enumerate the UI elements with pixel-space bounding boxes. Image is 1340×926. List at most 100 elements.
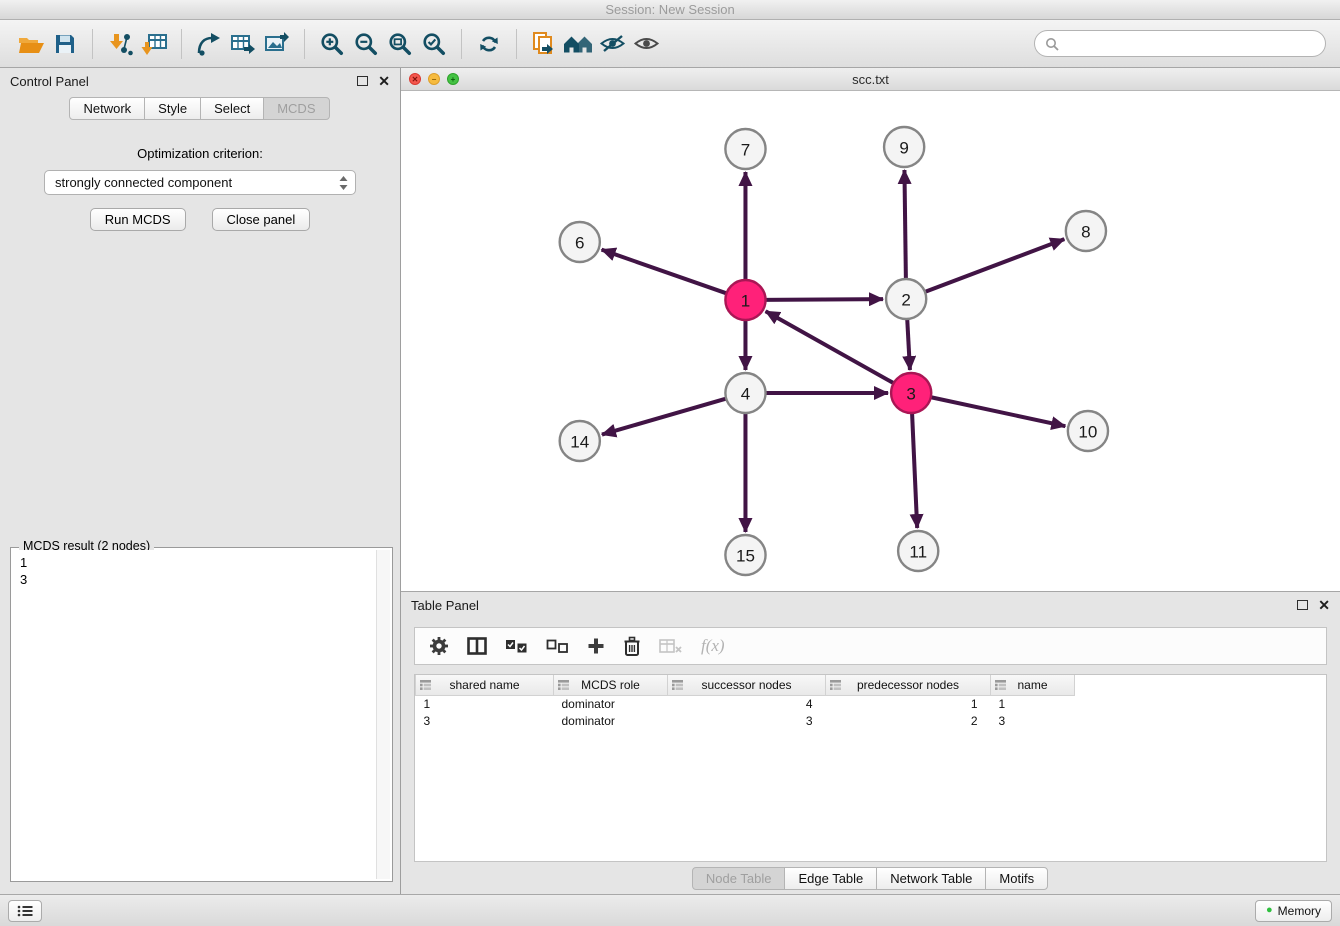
cell-mcds-role[interactable]: dominator: [554, 712, 668, 729]
graph-node-10[interactable]: 10: [1068, 411, 1108, 451]
network-graph[interactable]: 7 9 6 8 1 2 4 3 14 10 15 11: [401, 91, 1340, 591]
column-header-filler: [1075, 675, 1327, 695]
zoom-out-button[interactable]: [349, 27, 383, 61]
deselect-all-icon: [546, 639, 569, 654]
table-settings-button[interactable]: [429, 636, 449, 656]
zoom-fit-button[interactable]: [383, 27, 417, 61]
graph-edge-1-6[interactable]: [602, 250, 728, 294]
clone-network-button[interactable]: [527, 27, 561, 61]
close-window-icon[interactable]: ✕: [409, 73, 421, 85]
tab-motifs[interactable]: Motifs: [985, 867, 1048, 890]
result-scrollbar[interactable]: [376, 550, 390, 879]
tab-network[interactable]: Network: [69, 97, 145, 120]
tab-style[interactable]: Style: [144, 97, 201, 120]
graph-node-14[interactable]: 14: [560, 421, 600, 461]
graph-edge-4-14[interactable]: [602, 398, 727, 434]
zoom-selected-button[interactable]: [417, 27, 451, 61]
import-table-button[interactable]: [137, 27, 171, 61]
graph-edge-2-9[interactable]: [904, 170, 905, 280]
table-panel-header: Table Panel ✕: [401, 592, 1340, 618]
column-header-shared-name[interactable]: shared name: [416, 675, 554, 695]
result-item[interactable]: 3: [20, 571, 368, 588]
mcds-result-box: MCDS result (2 nodes) 1 3: [10, 547, 393, 882]
save-session-button[interactable]: [48, 27, 82, 61]
delete-column-button[interactable]: [623, 636, 641, 657]
new-table-button[interactable]: [226, 27, 260, 61]
graph-edge-1-2[interactable]: [765, 299, 884, 300]
graph-node-7[interactable]: 7: [725, 129, 765, 169]
fx-icon: f(x): [701, 636, 725, 656]
tab-network-table[interactable]: Network Table: [876, 867, 986, 890]
select-all-columns-button[interactable]: [505, 639, 528, 654]
graph-edge-3-10[interactable]: [930, 397, 1066, 426]
column-header-successor-nodes[interactable]: successor nodes: [668, 675, 826, 695]
close-panel-icon[interactable]: ✕: [1318, 598, 1330, 612]
show-panels-button[interactable]: [8, 900, 42, 922]
cell-successor-nodes[interactable]: 4: [668, 695, 826, 712]
import-network-button[interactable]: [103, 27, 137, 61]
network-canvas[interactable]: 7 9 6 8 1 2 4 3 14 10 15 11: [401, 91, 1340, 591]
tab-edge-table[interactable]: Edge Table: [784, 867, 877, 890]
run-mcds-button[interactable]: Run MCDS: [90, 208, 186, 231]
graph-node-9[interactable]: 9: [884, 127, 924, 167]
create-column-button[interactable]: [587, 637, 605, 655]
graph-node-15[interactable]: 15: [725, 535, 765, 575]
hide-graphics-button[interactable]: [595, 27, 629, 61]
minimize-window-icon[interactable]: −: [428, 73, 440, 85]
column-header-mcds-role[interactable]: MCDS role: [554, 675, 668, 695]
column-header-name[interactable]: name: [991, 675, 1075, 695]
close-panel-button[interactable]: Close panel: [212, 208, 311, 231]
home-networks-button[interactable]: [561, 27, 595, 61]
export-image-button[interactable]: [260, 27, 294, 61]
zoom-in-button[interactable]: [315, 27, 349, 61]
maximize-window-icon[interactable]: +: [447, 73, 459, 85]
cell-mcds-role[interactable]: dominator: [554, 695, 668, 712]
float-panel-icon[interactable]: [357, 76, 368, 86]
float-panel-icon[interactable]: [1297, 600, 1308, 610]
cell-shared-name[interactable]: 1: [416, 695, 554, 712]
tab-mcds[interactable]: MCDS: [263, 97, 329, 120]
dropdown-stepper-icon: [339, 176, 348, 190]
table-row[interactable]: 3 dominator 3 2 3: [416, 712, 1327, 729]
refresh-view-button[interactable]: [472, 27, 506, 61]
close-panel-icon[interactable]: ✕: [378, 74, 390, 88]
cell-predecessor-nodes[interactable]: 1: [826, 695, 991, 712]
cell-shared-name[interactable]: 3: [416, 712, 554, 729]
graph-edge-2-8[interactable]: [924, 239, 1064, 292]
graph-node-label: 7: [741, 141, 750, 160]
result-item[interactable]: 1: [20, 554, 368, 571]
table-row[interactable]: 1 dominator 4 1 1: [416, 695, 1327, 712]
delete-table-button-disabled[interactable]: [659, 638, 683, 654]
memory-button[interactable]: ● Memory: [1255, 900, 1332, 922]
show-graphics-button[interactable]: [629, 27, 663, 61]
tab-select[interactable]: Select: [200, 97, 264, 120]
cell-successor-nodes[interactable]: 3: [668, 712, 826, 729]
optimization-criterion-select[interactable]: strongly connected component: [44, 170, 356, 195]
graph-node-4[interactable]: 4: [725, 373, 765, 413]
search-input[interactable]: [1065, 36, 1315, 51]
graph-node-2[interactable]: 2: [886, 279, 926, 319]
global-search[interactable]: [1034, 30, 1326, 57]
new-network-button[interactable]: [192, 27, 226, 61]
graph-edge-2-3[interactable]: [907, 318, 910, 370]
graph-node-11[interactable]: 11: [898, 531, 938, 571]
cell-name[interactable]: 1: [991, 695, 1075, 712]
save-disk-icon: [54, 33, 76, 55]
cell-predecessor-nodes[interactable]: 2: [826, 712, 991, 729]
graph-node-8[interactable]: 8: [1066, 211, 1106, 251]
show-column-panel-button[interactable]: [467, 637, 487, 655]
deselect-all-columns-button[interactable]: [546, 639, 569, 654]
graph-node-label: 11: [909, 543, 927, 562]
cell-name[interactable]: 3: [991, 712, 1075, 729]
graph-edge-3-11[interactable]: [912, 412, 917, 528]
table-panel-title: Table Panel: [411, 598, 479, 613]
column-header-predecessor-nodes[interactable]: predecessor nodes: [826, 675, 991, 695]
graph-edge-3-1[interactable]: [766, 311, 895, 383]
open-session-button[interactable]: [14, 27, 48, 61]
function-builder-button-disabled[interactable]: f(x): [701, 636, 725, 656]
tab-node-table[interactable]: Node Table: [692, 867, 786, 890]
graph-node-6[interactable]: 6: [560, 222, 600, 262]
mcds-result-list[interactable]: 1 3: [13, 550, 375, 879]
graph-node-3[interactable]: 3: [891, 373, 931, 413]
graph-node-1[interactable]: 1: [725, 280, 765, 320]
